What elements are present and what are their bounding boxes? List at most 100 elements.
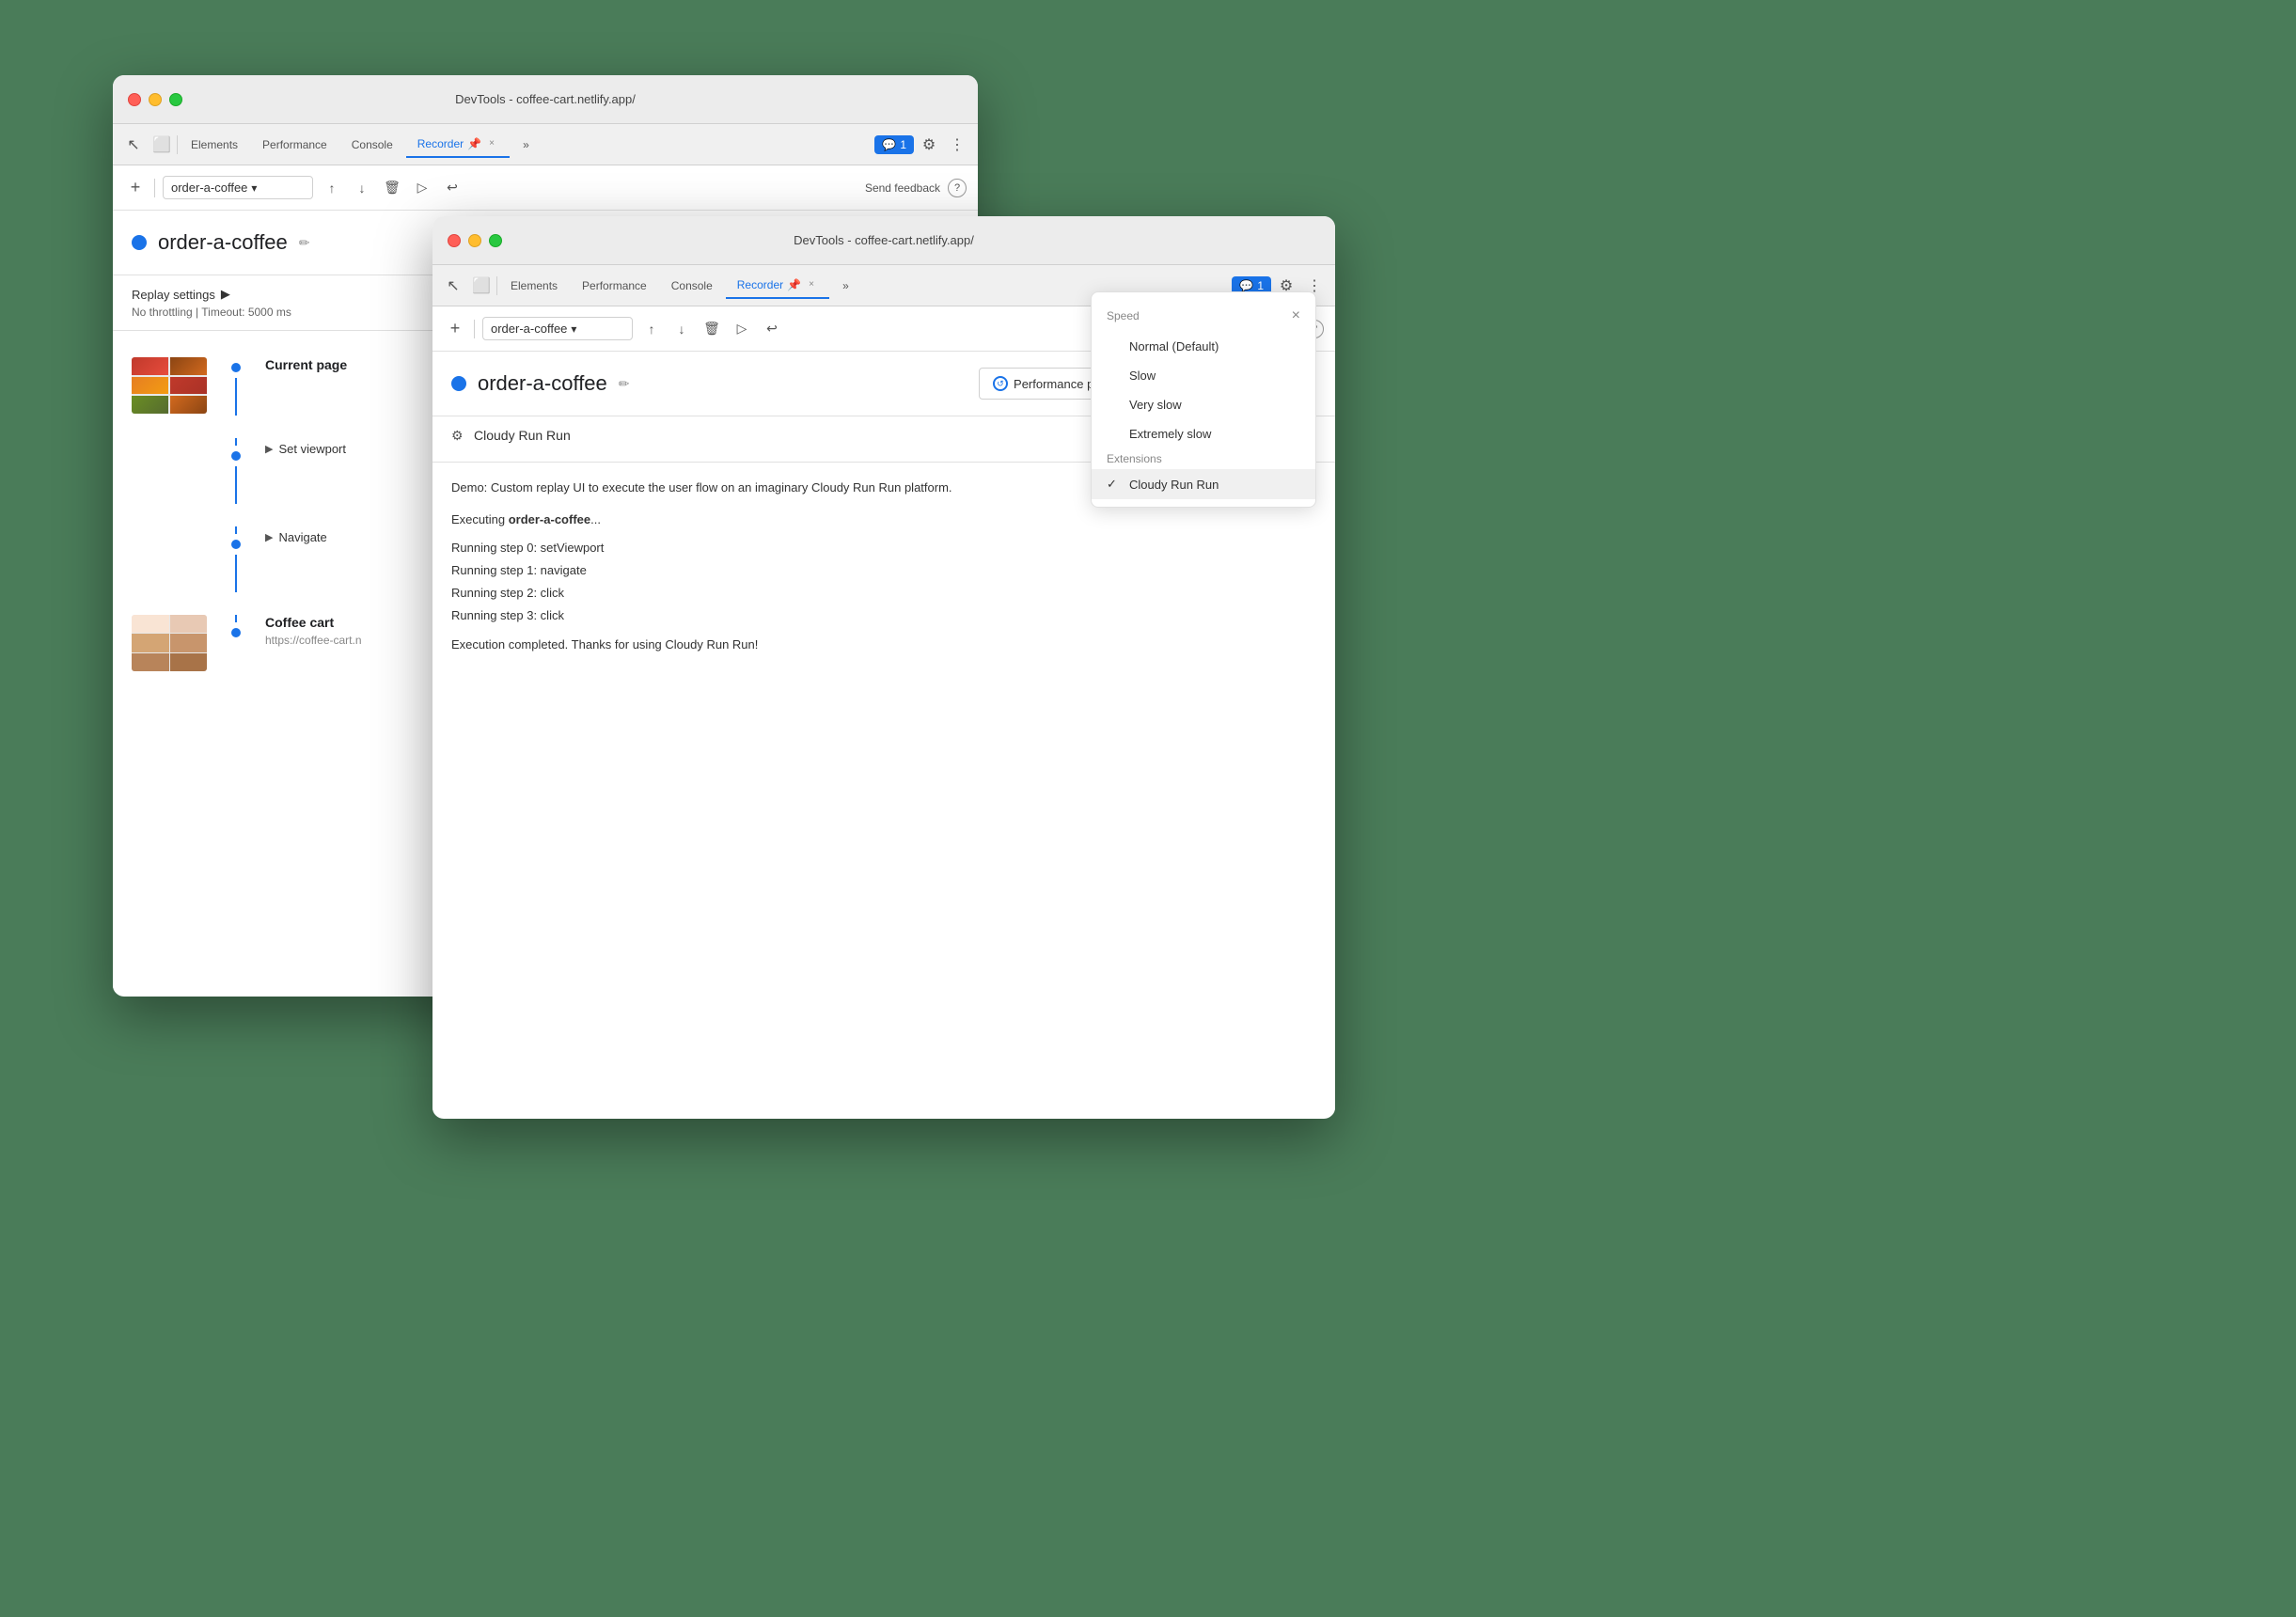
device-icon-front[interactable]: ⬜ — [468, 273, 495, 299]
speed-extremely-slow-label: Extremely slow — [1129, 427, 1211, 441]
cursor-icon-front[interactable]: ↖ — [440, 273, 466, 299]
recorder-label-back: Recorder — [417, 137, 464, 150]
undo-icon-front[interactable]: ↩ — [761, 318, 783, 340]
step-dot-coffee — [229, 626, 243, 639]
recording-dot-back — [132, 235, 147, 250]
recorder-close-back[interactable]: × — [485, 137, 498, 150]
recorder-label-front: Recorder — [737, 278, 783, 291]
coffee-cell-3 — [132, 634, 169, 652]
cloudy-plugin-name: Cloudy Run Run — [474, 428, 571, 443]
current-page-thumbnail — [132, 357, 207, 414]
coffee-cell-4 — [170, 634, 208, 652]
perf-icon-front: ↺ — [993, 376, 1008, 391]
help-icon-back[interactable]: ? — [948, 179, 967, 197]
extension-cloudy[interactable]: ✓ Cloudy Run Run — [1092, 469, 1315, 499]
delete-icon-front[interactable]: 🗑 — [700, 318, 723, 340]
play-icon-front[interactable]: ▷ — [731, 318, 753, 340]
maximize-button-front[interactable] — [489, 234, 502, 247]
log-step-1: Running step 1: navigate — [451, 560, 1316, 581]
coffee-cell-5 — [132, 653, 169, 671]
export-icon-front[interactable]: ↑ — [640, 318, 663, 340]
recording-selector-front[interactable]: order-a-coffee ▾ — [482, 317, 633, 340]
log-step-2: Running step 2: click — [451, 583, 1316, 604]
chat-badge-back[interactable]: 💬 1 — [874, 135, 914, 154]
tab-performance-front[interactable]: Performance — [571, 274, 658, 298]
device-icon[interactable]: ⬜ — [149, 132, 175, 158]
speed-slow-label: Slow — [1129, 369, 1156, 383]
minimize-button[interactable] — [149, 93, 162, 106]
toolbar-divider-front — [496, 276, 497, 295]
window-title-back: DevTools - coffee-cart.netlify.app/ — [455, 92, 636, 106]
delete-icon[interactable]: 🗑 — [381, 177, 403, 199]
recording-title-back: order-a-coffee — [158, 230, 288, 255]
log-completed: Execution completed. Thanks for using Cl… — [451, 635, 1316, 655]
step-navigate-label: Navigate — [278, 530, 326, 544]
dropdown-close-btn[interactable]: × — [1292, 307, 1300, 324]
recorder-pin-icon-front: 📌 — [787, 278, 801, 291]
tab-console-front[interactable]: Console — [660, 274, 724, 298]
speed-normal[interactable]: Normal (Default) — [1092, 332, 1315, 361]
maximize-button[interactable] — [169, 93, 182, 106]
traffic-lights-back — [128, 93, 182, 106]
log-step-3: Running step 3: click — [451, 605, 1316, 626]
import-icon-front[interactable]: ↓ — [670, 318, 693, 340]
chat-count-back: 1 — [900, 138, 906, 151]
chat-icon: 💬 — [882, 138, 896, 151]
add-recording-btn[interactable]: + — [124, 177, 147, 199]
tab-elements-back[interactable]: Elements — [180, 133, 249, 157]
thumb-cell-2 — [170, 357, 207, 375]
window-title-front: DevTools - coffee-cart.netlify.app/ — [794, 233, 974, 247]
recorder-divider — [154, 179, 155, 197]
tab-recorder-back[interactable]: Recorder 📌 × — [406, 132, 510, 158]
tab-more-back[interactable]: » — [511, 133, 541, 157]
speed-normal-label: Normal (Default) — [1129, 339, 1219, 353]
recording-selector-back[interactable]: order-a-coffee ▾ — [163, 176, 313, 199]
expand-arrow-navigate: ▶ — [265, 531, 273, 543]
step-dot-viewport — [229, 449, 243, 463]
close-button-front[interactable] — [448, 234, 461, 247]
speed-slow[interactable]: Slow — [1092, 361, 1315, 390]
thumb-cell-1 — [132, 357, 168, 375]
tab-performance-back[interactable]: Performance — [251, 133, 338, 157]
cloudy-gear-icon: ⚙ — [451, 428, 466, 443]
add-recording-btn-front[interactable]: + — [444, 318, 466, 340]
recorder-close-front[interactable]: × — [805, 278, 818, 291]
thumb-cell-5 — [132, 396, 168, 414]
feedback-link-back[interactable]: Send feedback — [865, 181, 940, 195]
tab-recorder-front[interactable]: Recorder 📌 × — [726, 273, 829, 299]
minimize-button-front[interactable] — [468, 234, 481, 247]
import-icon[interactable]: ↓ — [351, 177, 373, 199]
settings-icon-back[interactable]: ⚙ — [916, 132, 942, 158]
devtools-window-front: DevTools - coffee-cart.netlify.app/ ↖ ⬜ … — [432, 216, 1335, 1119]
expand-arrow-viewport: ▶ — [265, 443, 273, 455]
tab-elements-front[interactable]: Elements — [499, 274, 569, 298]
coffee-cell-6 — [170, 653, 208, 671]
cursor-icon[interactable]: ↖ — [120, 132, 147, 158]
more-icon-back[interactable]: ⋮ — [944, 132, 970, 158]
edit-icon-back[interactable]: ✏ — [299, 235, 310, 251]
replay-settings-arrow: ▶ — [221, 287, 230, 302]
selector-chevron-front: ▾ — [571, 322, 576, 336]
tab-more-front[interactable]: » — [831, 274, 860, 298]
recording-name-back: order-a-coffee — [171, 181, 247, 195]
step-dot-current — [229, 361, 243, 374]
edit-icon-front[interactable]: ✏ — [619, 376, 630, 392]
toolbar-divider — [177, 135, 178, 154]
speed-extremely-slow[interactable]: Extremely slow — [1092, 419, 1315, 448]
export-icon[interactable]: ↑ — [321, 177, 343, 199]
close-button[interactable] — [128, 93, 141, 106]
thumb-cell-3 — [132, 377, 168, 395]
chat-icon-front: 💬 — [1239, 279, 1253, 292]
speed-very-slow[interactable]: Very slow — [1092, 390, 1315, 419]
extension-cloudy-label: Cloudy Run Run — [1129, 478, 1219, 492]
play-icon-back[interactable]: ▷ — [411, 177, 433, 199]
tab-console-back[interactable]: Console — [340, 133, 404, 157]
step-dot-navigate — [229, 538, 243, 551]
log-executing: Executing order-a-coffee... — [451, 510, 1316, 530]
log-step-0: Running step 0: setViewport — [451, 538, 1316, 558]
speed-very-slow-label: Very slow — [1129, 398, 1182, 412]
devtools-toolbar-back: ↖ ⬜ Elements Performance Console Recorde… — [113, 124, 978, 165]
recording-title-front: order-a-coffee — [478, 371, 607, 396]
undo-icon[interactable]: ↩ — [441, 177, 464, 199]
dropdown-header: Speed × — [1092, 300, 1315, 332]
